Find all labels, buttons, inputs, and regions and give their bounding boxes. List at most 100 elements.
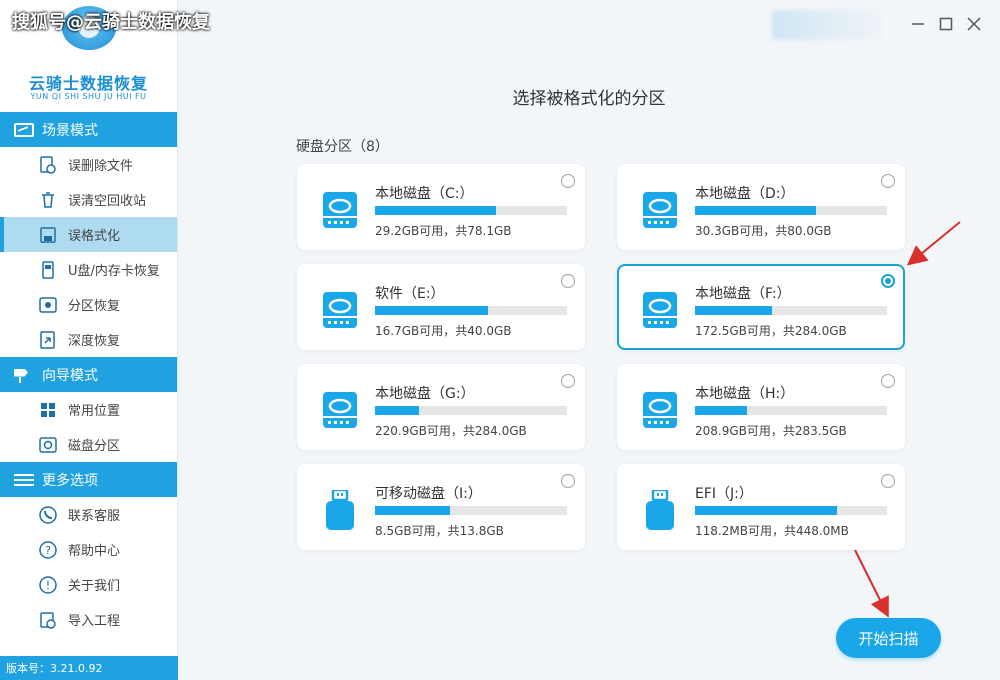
scene-item-1[interactable]: 误清空回收站 [0, 182, 177, 217]
usage-bar [695, 406, 887, 415]
watermark-text: 搜狐号@云骑士数据恢复 [12, 12, 210, 33]
partition-size: 30.3GB可用，共80.0GB [695, 224, 832, 238]
svg-text:?: ? [45, 544, 51, 557]
scene-item-0[interactable]: 误删除文件 [0, 147, 177, 182]
partition-radio[interactable] [561, 374, 575, 388]
partition-name: 本地磁盘（D:） [695, 186, 795, 202]
start-scan-button[interactable]: 开始扫描 [836, 618, 941, 658]
usage-bar-fill [695, 206, 816, 215]
nav-item-label: 误删除文件 [68, 159, 134, 174]
scene-mode-icon [14, 122, 34, 137]
partition-card[interactable]: 本地磁盘（G:） 220.9GB可用，共284.0GB [297, 364, 585, 450]
minimize-button[interactable] [908, 14, 928, 34]
deep-recovery-icon [38, 330, 58, 350]
partition-card[interactable]: 本地磁盘（D:） 30.3GB可用，共80.0GB [617, 164, 905, 250]
scene-item-4[interactable]: 分区恢复 [0, 287, 177, 322]
usage-bar-fill [695, 406, 747, 415]
menu-icon [14, 473, 34, 486]
maximize-icon [939, 17, 953, 31]
usage-bar [375, 206, 567, 215]
partition-card[interactable]: 本地磁盘（F:） 172.5GB可用，共284.0GB [617, 264, 905, 350]
guide-item-0[interactable]: 常用位置 [0, 392, 177, 427]
usb-drive-icon [641, 488, 679, 530]
user-account-area[interactable] [772, 10, 882, 40]
nav-item-label: 常用位置 [68, 404, 121, 419]
scene-mode-header: 场景模式 [0, 112, 177, 147]
partition-card[interactable]: 本地磁盘（C:） 29.2GB可用，共78.1GB [297, 164, 585, 250]
file-delete-icon [38, 155, 58, 175]
usage-bar-fill [375, 506, 450, 515]
import-icon [38, 610, 58, 630]
logo-title: 云骑士数据恢复 [28, 74, 148, 93]
partition-name: 本地磁盘（G:） [375, 386, 475, 402]
phone-icon [38, 505, 58, 525]
usage-bar [695, 206, 887, 215]
partition-card[interactable]: 本地磁盘（H:） 208.9GB可用，共283.5GB [617, 364, 905, 450]
hard-disk-icon [321, 390, 359, 430]
guide-mode-header: 向导模式 [0, 357, 177, 392]
usage-bar-fill [695, 506, 838, 515]
hard-disk-icon [641, 390, 679, 430]
more-options-label: 更多选项 [42, 472, 98, 489]
partition-card[interactable]: 可移动磁盘（I:） 8.5GB可用，共13.8GB [297, 464, 585, 550]
maximize-button[interactable] [936, 14, 956, 34]
page-title: 选择被格式化的分区 [512, 89, 666, 109]
nav-item-label: 导入工程 [68, 614, 121, 629]
close-button[interactable] [964, 14, 984, 34]
recycle-bin-icon [38, 190, 58, 210]
scene-item-2[interactable]: 误格式化 [0, 217, 177, 252]
nav-item-label: 磁盘分区 [68, 439, 121, 454]
sidebar: 云骑士数据恢复 YUN QI SHI SHU JU HUI FU 场景模式 误删… [0, 0, 178, 680]
nav-item-label: 误格式化 [68, 229, 121, 244]
scene-item-5[interactable]: 深度恢复 [0, 322, 177, 357]
usb-drive-icon [321, 488, 359, 530]
partition-size: 29.2GB可用，共78.1GB [375, 224, 512, 238]
partition-radio[interactable] [561, 274, 575, 288]
partition-radio[interactable] [881, 474, 895, 488]
partition-card[interactable]: 软件（E:） 16.7GB可用，共40.0GB [297, 264, 585, 350]
partition-size: 220.9GB可用，共284.0GB [375, 424, 527, 438]
partition-card[interactable]: EFI（J:） 118.2MB可用，共448.0MB [617, 464, 905, 550]
usage-bar [695, 506, 887, 515]
nav-item-label: 关于我们 [68, 579, 121, 594]
windows-icon [38, 400, 58, 420]
partition-name: 本地磁盘（F:） [695, 286, 791, 302]
usage-bar-fill [375, 406, 420, 415]
info-icon: ! [38, 575, 58, 595]
hard-disk-icon [321, 290, 359, 330]
usage-bar [375, 506, 567, 515]
partition-name: 本地磁盘（C:） [375, 186, 474, 202]
scene-mode-label: 场景模式 [42, 122, 98, 139]
usage-bar [695, 306, 887, 315]
partition-radio[interactable] [561, 474, 575, 488]
usage-bar-fill [375, 306, 489, 315]
partition-radio[interactable] [561, 174, 575, 188]
nav-item-label: U盘/内存卡恢复 [68, 264, 160, 279]
partition-name: 可移动磁盘（I:） [375, 486, 482, 502]
nav-item-label: 联系客服 [68, 509, 121, 524]
partition-icon [38, 295, 58, 315]
partition-name: 本地磁盘（H:） [695, 386, 795, 402]
more-item-0[interactable]: 联系客服 [0, 497, 177, 532]
signpost-icon [14, 368, 34, 383]
usage-bar [375, 406, 567, 415]
nav-item-label: 误清空回收站 [68, 194, 147, 209]
more-item-1[interactable]: ? 帮助中心 [0, 532, 177, 567]
hard-disk-icon [641, 290, 679, 330]
partition-name: EFI（J:） [695, 486, 753, 502]
partition-radio[interactable] [881, 174, 895, 188]
usage-bar-fill [695, 306, 772, 315]
partition-size: 208.9GB可用，共283.5GB [695, 424, 847, 438]
minimize-icon [912, 23, 924, 25]
version-label: 版本号：3.21.0.92 [0, 656, 178, 680]
svg-text:!: ! [46, 579, 50, 592]
partition-size: 172.5GB可用，共284.0GB [695, 324, 847, 338]
help-icon: ? [38, 540, 58, 560]
partition-radio[interactable] [881, 374, 895, 388]
nav-item-label: 分区恢复 [68, 299, 121, 314]
more-item-3[interactable]: 导入工程 [0, 602, 177, 637]
scene-item-3[interactable]: U盘/内存卡恢复 [0, 252, 177, 287]
partition-radio[interactable] [881, 274, 895, 288]
guide-item-1[interactable]: 磁盘分区 [0, 427, 177, 462]
more-item-2[interactable]: ! 关于我们 [0, 567, 177, 602]
